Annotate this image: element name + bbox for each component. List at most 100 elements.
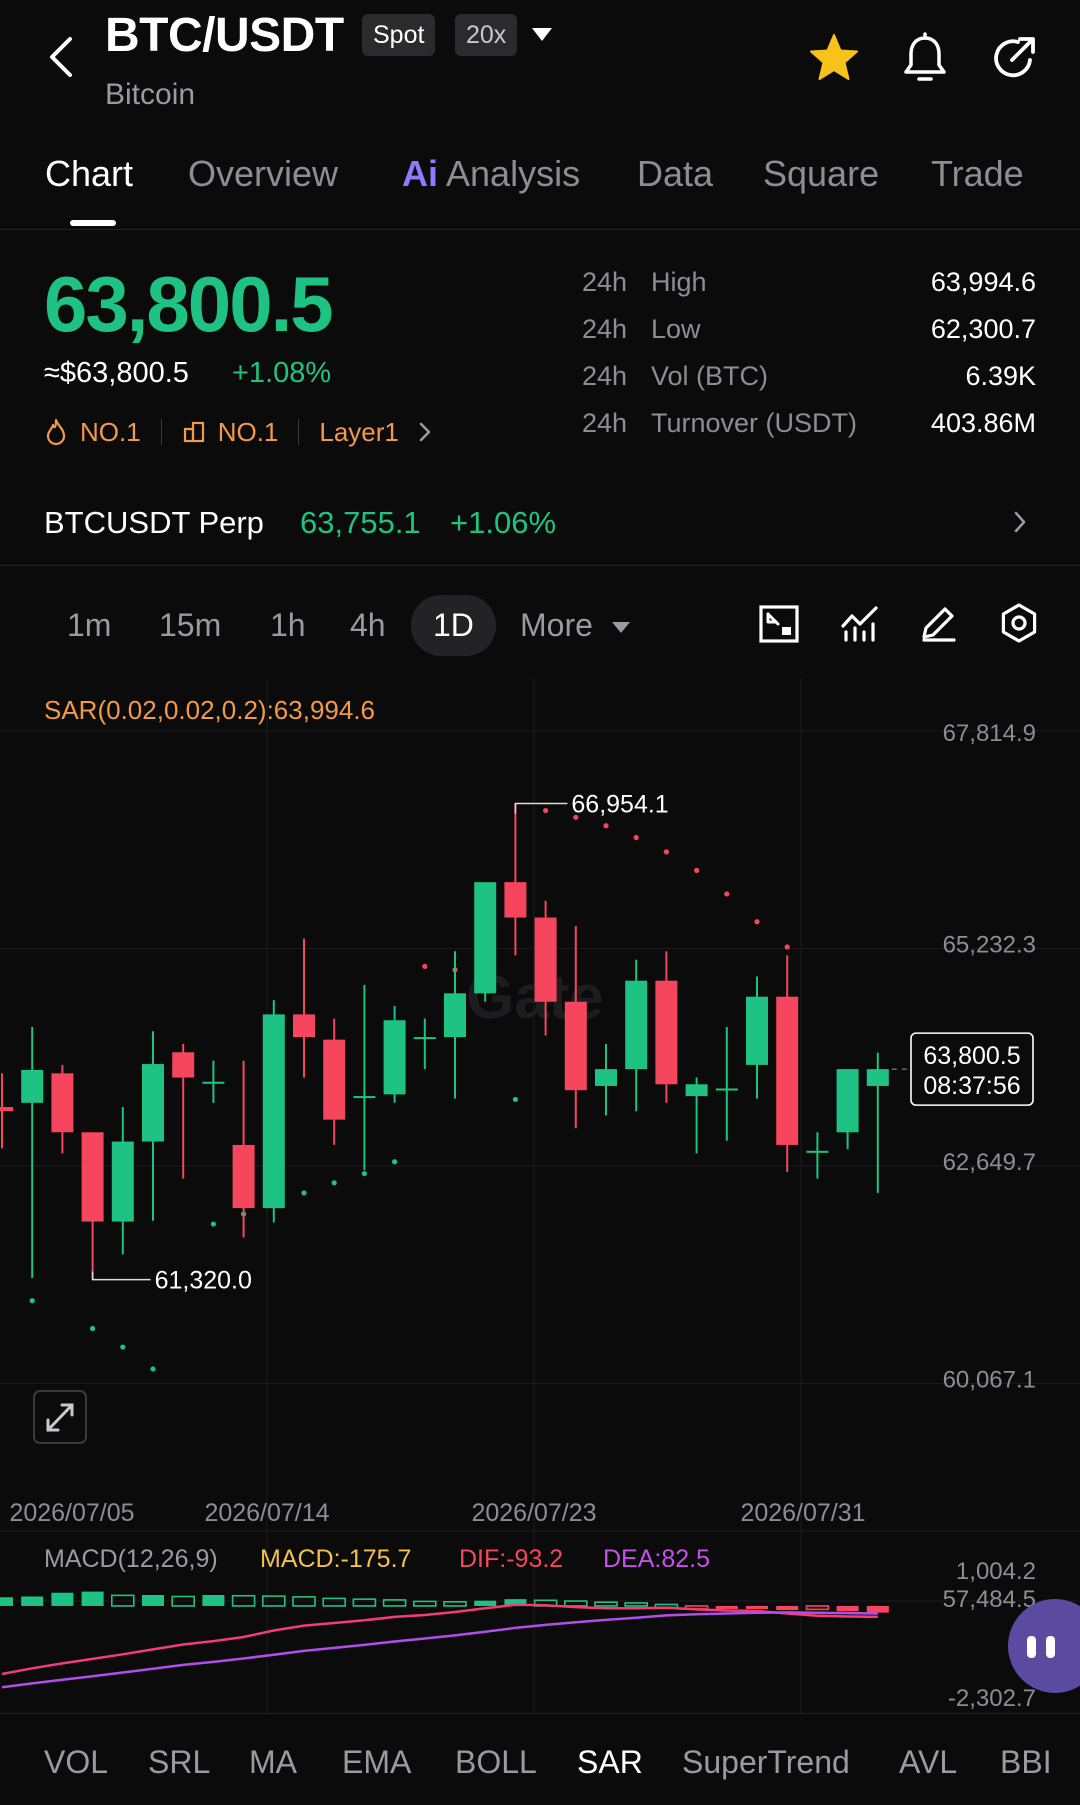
candle-body: [655, 980, 678, 1085]
active-tab-indicator: [70, 220, 116, 226]
leverage-badge[interactable]: 20x: [455, 14, 518, 56]
macd-tick-label: -2,302.7: [948, 1685, 1036, 1712]
draw-pen-icon[interactable]: [918, 603, 958, 643]
tab-analysis[interactable]: Ai Analysis: [402, 153, 580, 195]
macd-bar: [443, 1601, 467, 1607]
expand-icon: [46, 1403, 74, 1432]
stat-label-high: High: [651, 267, 707, 297]
sar-dot: [603, 823, 609, 829]
perp-row[interactable]: BTCUSDT Perp 63,755.1 +1.06%: [0, 493, 1080, 565]
dropdown-caret-icon[interactable]: [532, 28, 552, 42]
tab-square[interactable]: Square: [763, 153, 879, 195]
indicator-vol[interactable]: VOL: [44, 1744, 108, 1781]
macd-bar: [322, 1597, 347, 1607]
market-badge: Spot: [362, 14, 436, 56]
chart-canvas[interactable]: Gate SAR(0.02,0.02,0.2):63,994.6 66,954.…: [0, 678, 1080, 1713]
stat-value-low: 62,300.7: [930, 314, 1036, 344]
pair-title[interactable]: BTC/USDT: [105, 8, 344, 63]
dea-line: [1, 1611, 878, 1689]
macd-bar: [805, 1605, 830, 1611]
macd-bar: [866, 1605, 889, 1613]
chart-area[interactable]: Gate SAR(0.02,0.02,0.2):63,994.6 66,954.…: [0, 678, 1080, 1713]
assistant-bubble[interactable]: [1008, 1599, 1080, 1693]
sector-tag[interactable]: Layer1: [319, 417, 399, 448]
sar-dot: [392, 1159, 398, 1165]
macd-bar: [715, 1605, 738, 1609]
tag-divider: [298, 419, 300, 445]
sar-dot: [543, 807, 549, 814]
bell-icon[interactable]: [902, 32, 948, 84]
price-section: 63,800.5 ≈$63,800.5 +1.08% NO.1 NO.1 Lay…: [0, 231, 1080, 566]
x-tick-label: 2026/07/05: [9, 1499, 134, 1527]
candle-body: [866, 1069, 889, 1086]
timeframe-1d[interactable]: 1D: [411, 595, 496, 656]
macd-value: MACD:-175.7: [260, 1545, 411, 1573]
assistant-bubble-bg: [1008, 1599, 1080, 1693]
perp-name: BTCUSDT Perp: [44, 505, 264, 540]
macd-bar: [563, 1600, 588, 1607]
macd-bar: [474, 1600, 497, 1606]
tab-analysis-label: Analysis: [446, 153, 581, 194]
back-arrow-icon[interactable]: [44, 35, 76, 79]
sar-dot: [422, 963, 428, 969]
macd-params: MACD(12,26,9): [44, 1545, 218, 1573]
candle-series: [0, 803, 889, 1280]
macd-bar: [624, 1602, 649, 1607]
chart-type-icon[interactable]: [758, 604, 800, 644]
rank-tags: NO.1 NO.1 Layer1: [44, 415, 433, 449]
sar-dot: [29, 1298, 35, 1304]
tab-overview[interactable]: Overview: [188, 153, 338, 195]
candle-body: [534, 917, 557, 1002]
timeframe-more-label: More: [520, 607, 593, 643]
candle-body: [111, 1141, 134, 1222]
indicator-supertrend[interactable]: SuperTrend: [682, 1744, 850, 1781]
macd-bar: [202, 1594, 225, 1606]
indicator-boll[interactable]: BOLL: [455, 1744, 537, 1781]
candle-body: [504, 882, 527, 918]
star-icon[interactable]: [808, 33, 860, 83]
rank-tag-cap[interactable]: NO.1: [218, 417, 279, 448]
low-marker-line: [91, 1271, 151, 1281]
macd-bar: [594, 1601, 618, 1607]
current-price-tag[interactable]: 63,800.5 08:37:56: [891, 1032, 1034, 1106]
countdown-label: 08:37:56: [923, 1072, 1020, 1100]
indicator-srl[interactable]: SRL: [148, 1744, 210, 1781]
chevron-right-icon[interactable]: [1012, 509, 1028, 535]
coin-name: Bitcoin: [105, 78, 196, 111]
x-axis-labels: 2026/07/05 2026/07/14 2026/07/23 2026/07/31: [9, 1499, 865, 1527]
share-icon[interactable]: [990, 34, 1038, 82]
macd-bar: [81, 1591, 104, 1606]
expand-chart-button[interactable]: [33, 1390, 87, 1444]
last-price: 63,800.5: [44, 260, 334, 348]
tab-trade[interactable]: Trade: [931, 153, 1024, 195]
x-tick-label: 2026/07/23: [471, 1499, 596, 1527]
indicator-ma[interactable]: MA: [249, 1744, 297, 1781]
candle-body: [595, 1069, 617, 1086]
timeframe-4h[interactable]: 4h: [350, 607, 386, 644]
chevron-right-icon[interactable]: [417, 420, 433, 444]
candle-body: [776, 996, 799, 1145]
tab-data[interactable]: Data: [637, 153, 713, 195]
candle-body: [625, 980, 648, 1070]
candle-body: [413, 1037, 436, 1040]
indicator-bbi[interactable]: BBI: [1000, 1744, 1080, 1781]
sar-dot: [210, 1221, 216, 1227]
tab-chart[interactable]: Chart: [45, 153, 133, 195]
indicator-icon[interactable]: [840, 604, 880, 644]
candle-body: [353, 1096, 376, 1099]
sar-dot: [90, 1325, 96, 1332]
indicator-avl[interactable]: AVL: [899, 1744, 957, 1781]
timeframe-more[interactable]: More: [520, 607, 630, 644]
settings-icon[interactable]: [998, 602, 1040, 644]
indicator-sar[interactable]: SAR: [577, 1744, 643, 1781]
bubble-eye: [1027, 1636, 1036, 1658]
sar-dot: [694, 867, 700, 873]
indicator-ema[interactable]: EMA: [342, 1744, 411, 1781]
ai-icon: Ai: [402, 153, 438, 194]
rank-tag-hot[interactable]: NO.1: [80, 417, 141, 448]
timeframe-15m[interactable]: 15m: [159, 607, 221, 644]
macd-bar: [412, 1600, 437, 1607]
dropdown-caret-icon: [611, 621, 630, 633]
timeframe-1h[interactable]: 1h: [270, 607, 306, 644]
timeframe-1m[interactable]: 1m: [67, 607, 111, 644]
